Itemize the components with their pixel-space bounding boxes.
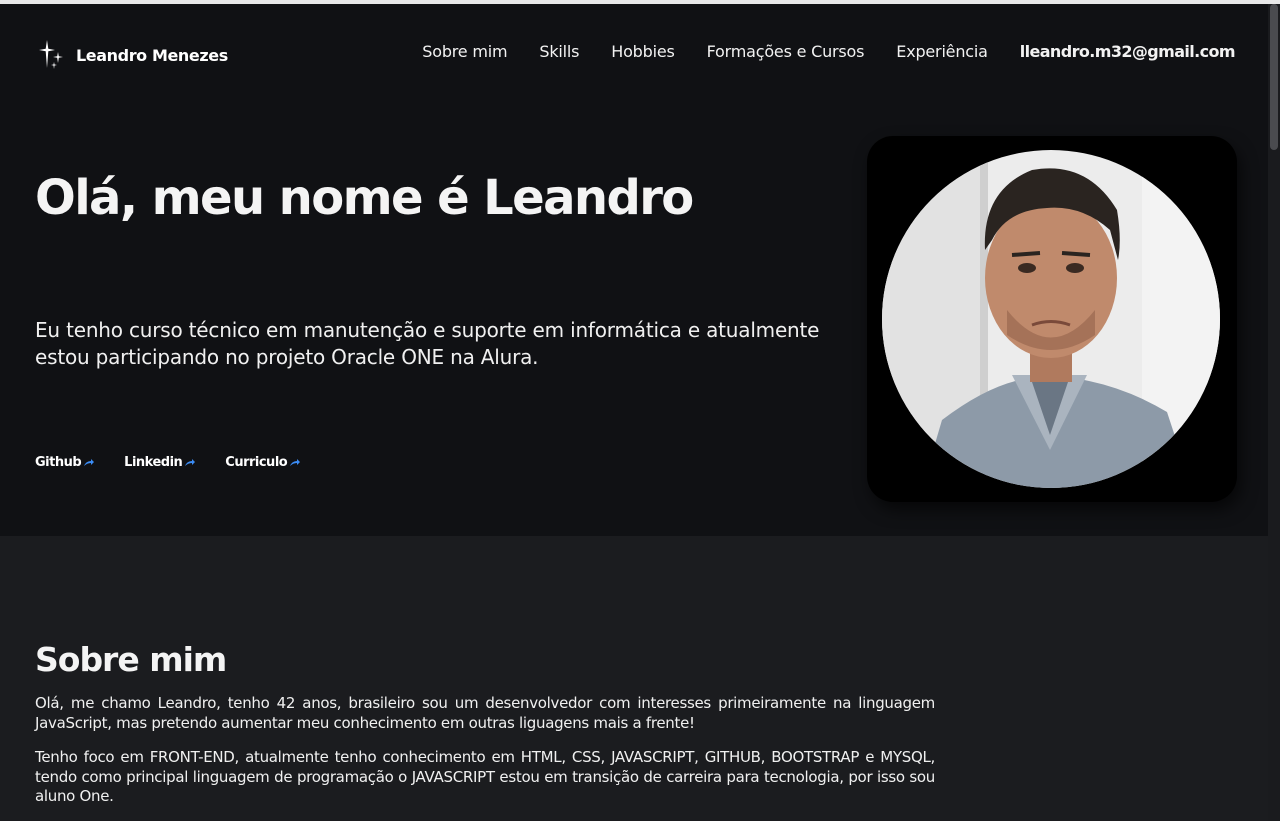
social-links: Github Linkedin Curriculo bbox=[35, 455, 301, 470]
nav-item-formacoes[interactable]: Formações e Cursos bbox=[707, 42, 865, 61]
hero-section: Leandro Menezes Sobre mim Skills Hobbies… bbox=[0, 4, 1268, 536]
profile-photo-card bbox=[867, 136, 1237, 502]
arrow-up-right-icon bbox=[84, 459, 95, 466]
linkedin-link[interactable]: Linkedin bbox=[124, 455, 196, 470]
about-title: Sobre mim bbox=[35, 640, 227, 679]
brand-name: Leandro Menezes bbox=[76, 45, 228, 65]
github-link[interactable]: Github bbox=[35, 455, 95, 470]
nav-item-skills[interactable]: Skills bbox=[539, 42, 579, 61]
vertical-scrollbar[interactable] bbox=[1268, 4, 1280, 821]
scrollbar-thumb[interactable] bbox=[1270, 4, 1278, 150]
profile-photo bbox=[882, 150, 1220, 488]
about-paragraph: Tenho foco em FRONT-END, atualmente tenh… bbox=[35, 748, 935, 805]
main-nav: Sobre mim Skills Hobbies Formações e Cur… bbox=[422, 42, 1235, 61]
hero-title: Olá, meu nome é Leandro bbox=[35, 170, 694, 226]
arrow-up-right-icon bbox=[290, 459, 301, 466]
arrow-up-right-icon bbox=[185, 459, 196, 466]
profile-photo-illustration bbox=[882, 150, 1220, 488]
nav-item-sobre-mim[interactable]: Sobre mim bbox=[422, 42, 507, 61]
hero-description: Eu tenho curso técnico em manutenção e s… bbox=[35, 318, 820, 369]
about-section: Sobre mim Olá, me chamo Leandro, tenho 4… bbox=[0, 536, 1268, 821]
nav-item-experiencia[interactable]: Experiência bbox=[896, 42, 988, 61]
nav-item-hobbies[interactable]: Hobbies bbox=[611, 42, 675, 61]
curriculo-link-label: Curriculo bbox=[225, 455, 288, 470]
linkedin-link-label: Linkedin bbox=[124, 455, 183, 470]
github-link-label: Github bbox=[35, 455, 82, 470]
site-header: Leandro Menezes Sobre mim Skills Hobbies… bbox=[0, 4, 1268, 104]
nav-email-link[interactable]: lleandro.m32@gmail.com bbox=[1020, 42, 1236, 61]
curriculo-link[interactable]: Curriculo bbox=[225, 455, 301, 470]
sparkles-icon bbox=[39, 40, 63, 69]
about-paragraph: Olá, me chamo Leandro, tenho 42 anos, br… bbox=[35, 694, 935, 732]
brand[interactable]: Leandro Menezes bbox=[38, 38, 228, 72]
